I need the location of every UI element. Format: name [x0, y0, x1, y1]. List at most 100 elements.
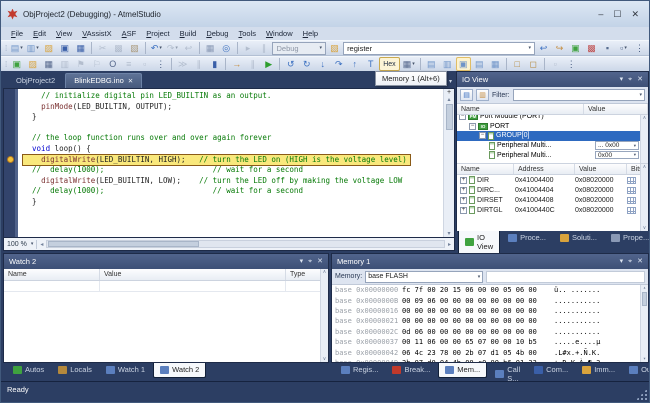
attach-to-target-button[interactable]: ▪: [600, 41, 615, 55]
menu-item-project[interactable]: Project: [141, 28, 174, 39]
watch-empty-row[interactable]: [4, 281, 328, 292]
io-tree-item[interactable]: −IOPORT: [457, 122, 648, 132]
refresh-view-button[interactable]: ▣: [568, 41, 583, 55]
toolbar-overflow-button[interactable]: ⋮: [632, 41, 647, 55]
doc-tab-blinkedbg-ino[interactable]: BlinkEDBG.ino✕: [65, 73, 142, 88]
start-debugging-button[interactable]: ▸: [240, 41, 255, 55]
register-row[interactable]: +DIRC...0x410044040x08020000: [457, 185, 648, 195]
tab-regis-[interactable]: Regis...: [335, 363, 384, 377]
io-tree-item[interactable]: Peripheral Multi...0x00▾: [457, 150, 648, 160]
outlining-button[interactable]: O: [105, 57, 120, 71]
scrollbar-thumb[interactable]: [446, 104, 453, 130]
window-position-icon[interactable]: ▾: [620, 258, 624, 266]
memory-row[interactable]: base 0x0000000B00 09 06 00 00 00 00 00 0…: [332, 295, 648, 305]
register-value-dropdown[interactable]: ... 0x00▾: [595, 141, 639, 150]
register-row[interactable]: +DIRSET0x410044080x08020000: [457, 195, 648, 205]
run-to-cursor-button[interactable]: →: [229, 57, 244, 71]
close-button[interactable]: ✕: [631, 9, 639, 19]
column-name[interactable]: Name: [4, 269, 100, 280]
tab-soluti-[interactable]: Soluti...: [554, 231, 603, 245]
expander-icon[interactable]: −: [459, 115, 466, 120]
io-tree-item[interactable]: −PMPort Module (PORT): [457, 115, 648, 122]
memory-row[interactable]: base 0x00000000fc 7f 00 20 15 06 00 00 0…: [332, 285, 648, 295]
tab-output[interactable]: Output: [623, 363, 650, 377]
registers-window-button[interactable]: ▦: [488, 57, 503, 71]
watch-window-button[interactable]: ▥: [440, 57, 455, 71]
restart-button[interactable]: ↻: [299, 57, 314, 71]
column-value[interactable]: Value: [584, 104, 648, 114]
menu-item-debug[interactable]: Debug: [201, 28, 233, 39]
code-editor[interactable]: // initialize digital pin LED_BUILTIN as…: [3, 88, 455, 238]
expander-icon[interactable]: −: [469, 123, 476, 130]
navigate-back-button[interactable]: ↩: [536, 41, 551, 55]
memory-hex-view[interactable]: base 0x00000000fc 7f 00 20 15 06 00 00 0…: [332, 285, 648, 362]
menu-item-tools[interactable]: Tools: [233, 28, 261, 39]
register-row[interactable]: +DIR0x410044000x08020000: [457, 175, 648, 185]
pause-program-button[interactable]: ∥: [191, 57, 206, 71]
column-value[interactable]: Value: [575, 164, 627, 174]
comment-button[interactable]: ▫: [137, 57, 152, 71]
tab-com-[interactable]: Com...: [528, 363, 574, 377]
next-bookmark-button[interactable]: ⚐: [89, 57, 104, 71]
close-icon[interactable]: ✕: [637, 258, 643, 266]
hex-toggle-button[interactable]: Hex: [379, 57, 399, 71]
memory-row[interactable]: base 0x0000002100 00 00 00 00 00 00 00 0…: [332, 316, 648, 326]
toolbar-overflow-button-2[interactable]: ⋮: [564, 57, 579, 71]
tab-mem-[interactable]: Mem...: [438, 363, 487, 378]
menu-item-window[interactable]: Window: [261, 28, 298, 39]
find-in-files-button[interactable]: ◎: [219, 41, 234, 55]
expander-icon[interactable]: +: [460, 207, 467, 214]
tab-break-[interactable]: Break...: [386, 363, 436, 377]
tab-io-view[interactable]: IO View: [458, 231, 500, 255]
pin-icon[interactable]: ⌖: [628, 76, 632, 84]
expander-icon[interactable]: +: [460, 187, 467, 194]
breakpoint-margin[interactable]: [4, 89, 18, 237]
add-item-button[interactable]: ▥▾: [25, 41, 40, 55]
memory-row[interactable]: base 0x0000001600 00 00 00 00 00 00 00 0…: [332, 306, 648, 316]
memory-address-input[interactable]: [486, 271, 645, 283]
solution-configurations-combo[interactable]: Debug▾: [272, 42, 326, 55]
tab-well-overflow-icon[interactable]: ▾: [449, 78, 452, 85]
scroll-up-icon[interactable]: ▴: [447, 96, 450, 103]
memory-row[interactable]: base 0x0000003700 11 06 00 00 65 07 00 0…: [332, 337, 648, 347]
tab-autos[interactable]: Autos: [7, 363, 50, 377]
editor-vertical-scrollbar[interactable]: + ▴ ▾: [443, 89, 454, 237]
save-all-button[interactable]: ▦: [73, 41, 88, 55]
open-file-button[interactable]: ▨: [41, 41, 56, 55]
close-icon[interactable]: ✕: [637, 76, 643, 84]
cut-button[interactable]: ✂: [95, 41, 110, 55]
memory-row[interactable]: base 0x0000004D2b 07 d0 04 4b 00 c0 00 b…: [332, 358, 648, 362]
doc-tab-objproject2[interactable]: ObjProject2: [8, 74, 63, 88]
redo-button[interactable]: ↷▾: [165, 41, 180, 55]
watch-vertical-scrollbar[interactable]: ∧∨: [320, 269, 328, 362]
column-address[interactable]: Address: [514, 164, 575, 174]
io-view-titlebar[interactable]: IO View ▾ ⌖ ✕: [457, 72, 648, 87]
bits-icon[interactable]: [627, 207, 636, 214]
resize-grip[interactable]: [636, 389, 647, 400]
device-selection-button[interactable]: ▦: [41, 57, 56, 71]
column-name[interactable]: Name: [457, 164, 514, 174]
code-area[interactable]: // initialize digital pin LED_BUILTIN as…: [18, 89, 443, 237]
menu-item-view[interactable]: View: [51, 28, 77, 39]
disable-breakpoints-button[interactable]: ◻: [526, 57, 541, 71]
breakpoints-window-button[interactable]: ▤: [424, 57, 439, 71]
indent-button[interactable]: ≡: [121, 57, 136, 71]
filter-input[interactable]: ▾: [513, 89, 646, 101]
expand-all-button[interactable]: ▤: [460, 89, 473, 101]
navigate-forward-button[interactable]: ↪: [552, 41, 567, 55]
close-icon[interactable]: ✕: [317, 258, 323, 266]
undo-button[interactable]: ↶▾: [149, 41, 164, 55]
tab-imm-[interactable]: Imm...: [576, 363, 621, 377]
solution-explorer-button[interactable]: ▦: [203, 41, 218, 55]
paste-button[interactable]: ▧: [127, 41, 142, 55]
menu-item-build[interactable]: Build: [175, 28, 202, 39]
tab-watch-1[interactable]: Watch 1: [100, 363, 151, 377]
step-over-button[interactable]: ↷: [331, 57, 346, 71]
menu-item-asf[interactable]: ASF: [117, 28, 142, 39]
run-to-end-button[interactable]: ≫: [175, 57, 190, 71]
scroll-down-icon[interactable]: ▾: [447, 230, 450, 237]
new-window-button[interactable]: ▫▾: [616, 41, 631, 55]
tab-prope-[interactable]: Prope...: [605, 231, 650, 245]
window-position-icon[interactable]: ▾: [620, 76, 624, 84]
new-file-button[interactable]: ▤▾: [9, 41, 24, 55]
